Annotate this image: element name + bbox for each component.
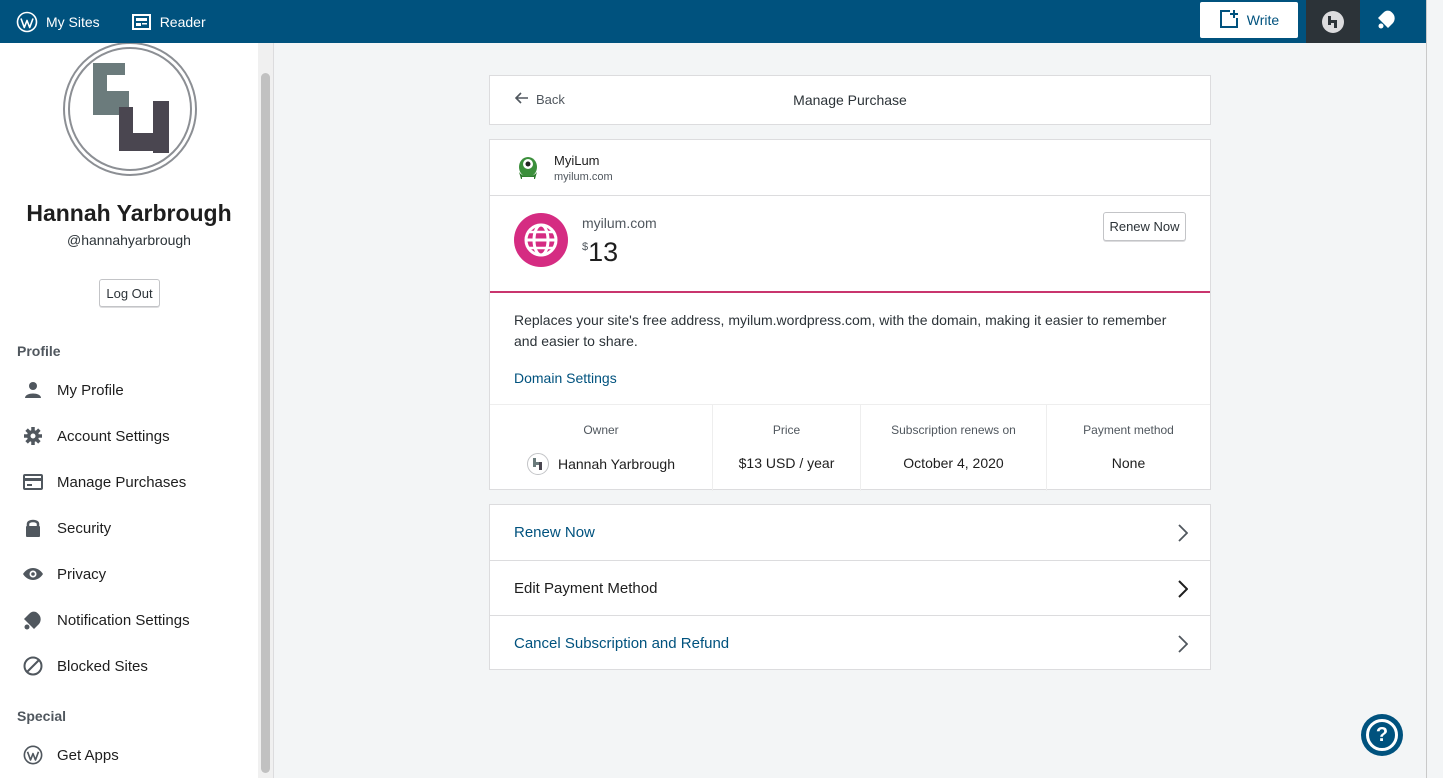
special-heading: Special <box>17 708 67 724</box>
lock-icon <box>22 517 44 539</box>
profile-avatar[interactable] <box>63 43 197 176</box>
owner-label: Owner <box>583 423 619 437</box>
page-title: Manage Purchase <box>793 92 907 108</box>
site-row[interactable]: MyiLum myilum.com <box>490 140 1210 196</box>
site-name: MyiLum <box>554 153 600 168</box>
manage-purchase-header: Back Manage Purchase <box>489 75 1211 125</box>
sidebar-item-security[interactable]: Security <box>0 508 258 548</box>
add-post-icon <box>1219 9 1239 32</box>
sidebar-item-label: Privacy <box>57 565 107 583</box>
sidebar-item-privacy[interactable]: Privacy <box>0 554 258 594</box>
owner-column: Owner Hannah Yarbrough <box>490 405 713 491</box>
currency-symbol: $ <box>582 241 589 253</box>
sidebar-item-label: Notification Settings <box>57 611 190 629</box>
renews-label: Subscription renews on <box>891 423 1016 437</box>
sidebar-item-label: Account Settings <box>57 427 170 445</box>
sidebar: Hannah Yarbrough @hannahyarbrough Log Ou… <box>0 43 258 778</box>
avatar <box>68 47 192 171</box>
site-icon <box>515 154 541 182</box>
write-label: Write <box>1246 12 1280 28</box>
bell-icon <box>22 609 44 631</box>
sidebar-scrollbar[interactable] <box>258 43 274 778</box>
price-value: $13 USD / year <box>738 455 835 471</box>
account-avatar-button[interactable] <box>1306 0 1360 43</box>
gear-icon <box>22 425 44 447</box>
payment-label: Payment method <box>1083 423 1174 437</box>
sidebar-item-my-profile[interactable]: My Profile <box>0 370 258 410</box>
sidebar-item-label: Get Apps <box>57 746 119 764</box>
profile-handle: @hannahyarbrough <box>67 232 191 248</box>
renews-column: Subscription renews on October 4, 2020 <box>861 405 1047 491</box>
owner-name: Hannah Yarbrough <box>557 456 676 472</box>
product-description: Replaces your site's free address, myilu… <box>514 312 1167 349</box>
logout-button[interactable]: Log Out <box>99 279 160 307</box>
action-label: Renew Now <box>514 524 595 541</box>
domain-settings-link[interactable]: Domain Settings <box>514 370 617 386</box>
write-button[interactable]: Write <box>1200 2 1298 38</box>
price-amount: 13 <box>588 237 619 267</box>
price-label: Price <box>772 423 801 437</box>
action-label: Cancel Subscription and Refund <box>514 634 730 652</box>
renews-value: October 4, 2020 <box>903 455 1004 471</box>
profile-name: Hannah Yarbrough <box>26 200 232 226</box>
payment-value: None <box>1111 455 1146 471</box>
sidebar-item-account-settings[interactable]: Account Settings <box>0 416 258 456</box>
price-column: Price $13 USD / year <box>713 405 861 491</box>
user-icon <box>22 379 44 401</box>
chevron-right-icon <box>1178 580 1189 602</box>
owner-value: Hannah Yarbrough <box>490 453 712 475</box>
sidebar-item-blocked-sites[interactable]: Blocked Sites <box>0 646 258 686</box>
sidebar-item-notification-settings[interactable]: Notification Settings <box>0 600 258 640</box>
window-edge <box>1426 0 1443 778</box>
bell-icon <box>1376 8 1398 35</box>
credit-card-icon <box>22 471 44 493</box>
avatar <box>526 453 549 475</box>
site-url: myilum.com <box>554 171 613 183</box>
renew-now-button[interactable]: Renew Now <box>1103 212 1186 241</box>
globe-icon <box>514 213 568 267</box>
edit-payment-method-action[interactable]: Edit Payment Method <box>490 560 1210 615</box>
my-sites-link[interactable]: My Sites <box>0 0 116 43</box>
eye-icon <box>22 563 44 585</box>
sidebar-item-manage-purchases[interactable]: Manage Purchases <box>0 462 258 502</box>
purchase-actions: Renew Now Edit Payment Method Cancel Sub… <box>489 504 1211 670</box>
sidebar-item-label: Security <box>57 519 112 537</box>
cancel-subscription-action[interactable]: Cancel Subscription and Refund <box>490 615 1210 670</box>
payment-column: Payment method None <box>1047 405 1210 491</box>
notifications-button[interactable] <box>1360 0 1414 43</box>
product-row: myilum.com $13 Renew Now <box>490 197 1210 293</box>
sidebar-item-label: My Profile <box>57 381 124 399</box>
block-icon <box>22 655 44 677</box>
avatar <box>1322 10 1344 33</box>
sidebar-item-get-apps[interactable]: Get Apps <box>0 735 258 775</box>
wordpress-icon <box>16 11 38 33</box>
sidebar-item-label: Manage Purchases <box>57 473 187 491</box>
help-icon: ? <box>1366 719 1398 751</box>
reader-label: Reader <box>159 13 206 30</box>
product-price: $13 <box>582 237 618 268</box>
help-button[interactable]: ? <box>1361 714 1403 756</box>
my-sites-label: My Sites <box>46 13 100 30</box>
chevron-right-icon <box>1178 635 1189 657</box>
product-domain: myilum.com <box>582 215 657 231</box>
wordpress-icon <box>22 744 44 766</box>
sidebar-item-label: Blocked Sites <box>57 657 148 675</box>
renew-now-action[interactable]: Renew Now <box>490 505 1210 560</box>
profile-heading: Profile <box>17 343 61 359</box>
purchase-meta: Owner Hannah Yarbrough Price $13 USD / y… <box>490 404 1210 491</box>
chevron-right-icon <box>1178 524 1189 546</box>
reader-icon <box>131 13 152 31</box>
scrollbar-thumb[interactable] <box>261 73 270 773</box>
purchase-card: MyiLum myilum.com myilum.com $13 Renew N… <box>489 139 1211 491</box>
action-label: Edit Payment Method <box>514 579 658 597</box>
reader-link[interactable]: Reader <box>116 0 222 43</box>
